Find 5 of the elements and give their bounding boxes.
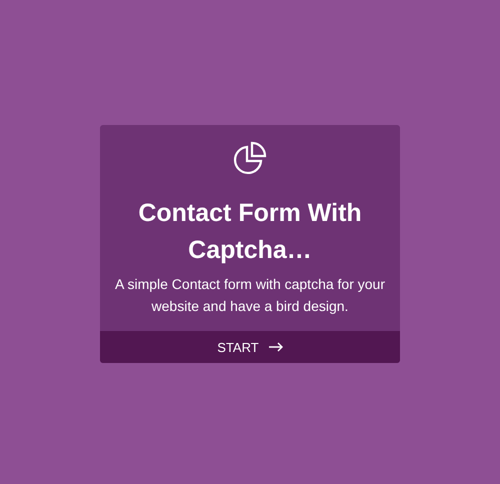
card-title: Contact Form With Captcha… [137,198,363,266]
card-description: A simple Contact form with captcha for your website and have a bird design. [115,275,385,316]
arrow-right-icon [268,342,283,352]
pie-chart-icon [233,141,267,175]
start-button[interactable]: START [100,331,400,363]
